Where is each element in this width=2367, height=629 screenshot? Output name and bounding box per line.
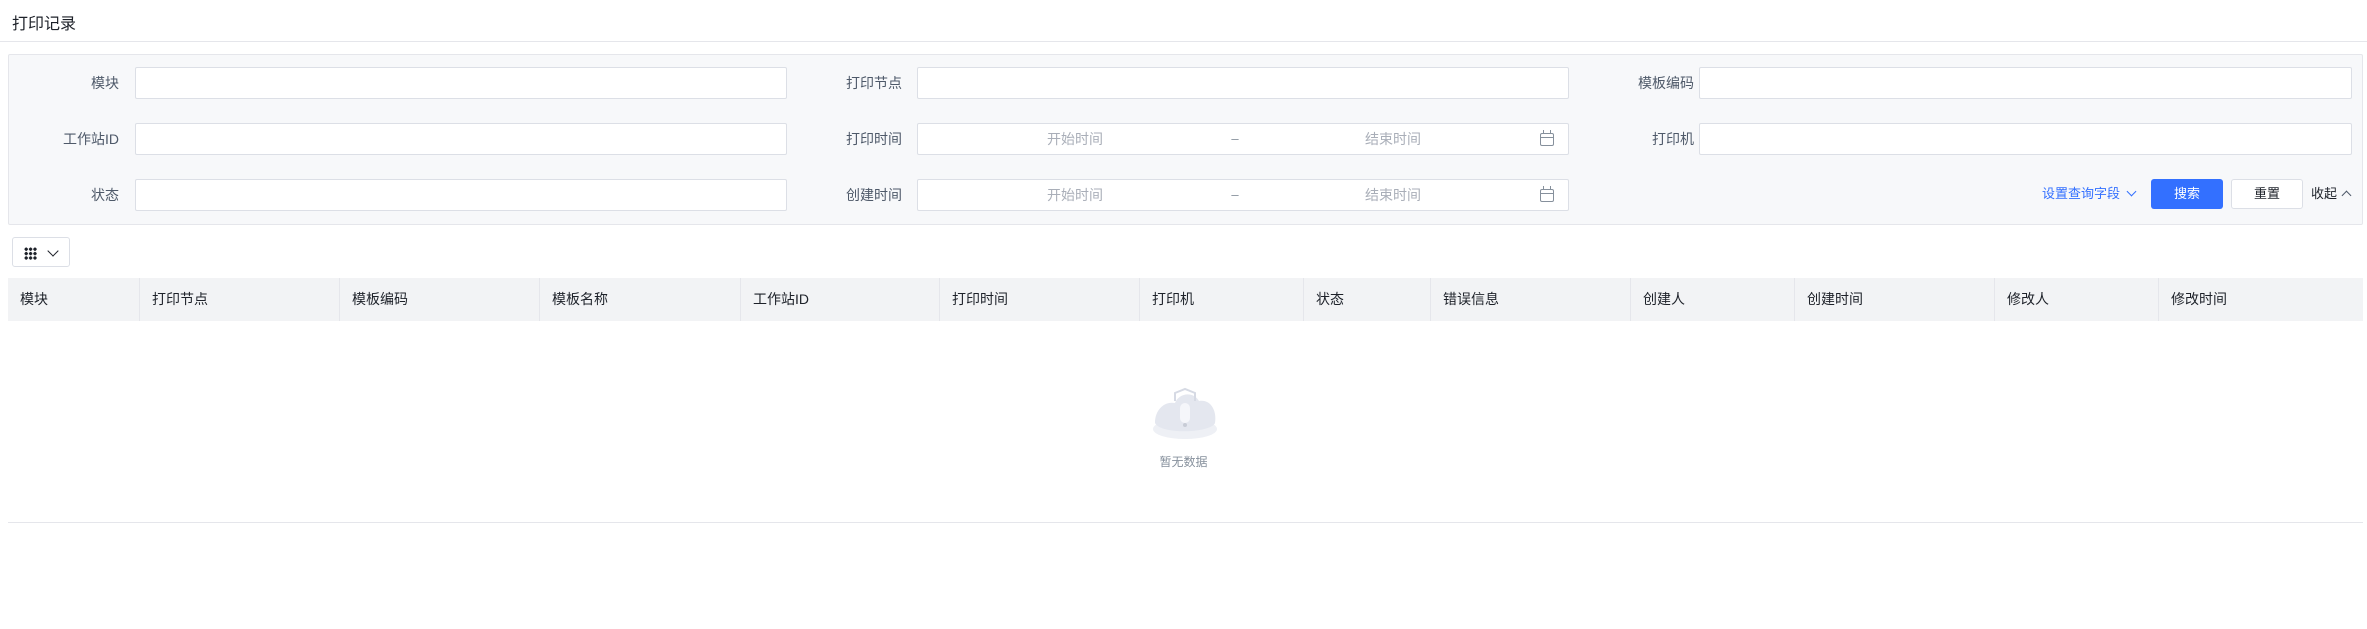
page-title: 打印记录 xyxy=(12,16,77,33)
table-bottom-divider xyxy=(8,522,2363,523)
empty-state: 暂无数据 xyxy=(0,385,2367,475)
column-header[interactable]: 创建时间 xyxy=(1795,278,1995,321)
table-header: 模块 打印节点 模板编码 模板名称 工作站ID 打印时间 打印机 状态 错误信息… xyxy=(8,278,2363,321)
range-separator: – xyxy=(1231,131,1239,146)
workstation-id-label: 工作站ID xyxy=(63,131,119,147)
column-header[interactable]: 打印时间 xyxy=(940,278,1140,321)
chevron-up-icon xyxy=(2341,190,2352,201)
chevron-down-icon xyxy=(47,245,59,257)
column-header[interactable]: 打印机 xyxy=(1140,278,1304,321)
column-header[interactable]: 模板编码 xyxy=(340,278,540,321)
reset-button[interactable]: 重置 xyxy=(2231,179,2303,209)
template-code-label: 模板编码 xyxy=(1638,75,1694,91)
print-node-label: 打印节点 xyxy=(846,75,902,91)
grid-icon xyxy=(24,247,37,260)
create-time-start[interactable]: 开始时间 xyxy=(975,180,1175,210)
printer-label: 打印机 xyxy=(1652,131,1694,147)
page-header: 打印记录 xyxy=(0,0,2367,42)
create-time-label: 创建时间 xyxy=(846,187,902,203)
create-time-end[interactable]: 结束时间 xyxy=(1293,180,1493,210)
print-time-end[interactable]: 结束时间 xyxy=(1293,124,1493,154)
column-header[interactable]: 修改时间 xyxy=(2159,278,2363,321)
column-header[interactable]: 修改人 xyxy=(1995,278,2159,321)
column-settings-button[interactable] xyxy=(12,237,70,267)
module-label: 模块 xyxy=(91,75,119,91)
print-time-start[interactable]: 开始时间 xyxy=(975,124,1175,154)
column-header[interactable]: 工作站ID xyxy=(741,278,940,321)
printer-input[interactable] xyxy=(1699,123,2352,155)
collapse-label: 收起 xyxy=(2311,186,2338,201)
calendar-icon xyxy=(1540,186,1554,202)
column-header[interactable]: 状态 xyxy=(1304,278,1431,321)
filter-panel: 模块 打印节点 模板编码 工作站ID 打印时间 开始时间 – 结束时间 打印机 … xyxy=(8,54,2363,225)
collapse-link[interactable]: 收起 xyxy=(2311,186,2352,202)
module-input[interactable] xyxy=(135,67,787,99)
range-separator: – xyxy=(1231,187,1239,202)
column-header[interactable]: 模板名称 xyxy=(540,278,741,321)
column-header[interactable]: 创建人 xyxy=(1631,278,1795,321)
template-code-input[interactable] xyxy=(1699,67,2352,99)
search-button[interactable]: 搜索 xyxy=(2151,179,2223,209)
calendar-icon xyxy=(1540,130,1554,146)
status-label: 状态 xyxy=(91,187,119,203)
empty-box-icon xyxy=(1153,387,1217,439)
column-header[interactable]: 打印节点 xyxy=(140,278,340,321)
column-header[interactable]: 模块 xyxy=(8,278,140,321)
print-time-label: 打印时间 xyxy=(846,131,902,147)
empty-text: 暂无数据 xyxy=(1159,455,1208,469)
set-query-fields-link[interactable]: 设置查询字段 xyxy=(2042,186,2137,202)
print-time-range[interactable]: 开始时间 – 结束时间 xyxy=(917,123,1569,155)
print-node-input[interactable] xyxy=(917,67,1569,99)
workstation-id-input[interactable] xyxy=(135,123,787,155)
set-query-fields-label: 设置查询字段 xyxy=(2042,186,2121,201)
status-input[interactable] xyxy=(135,179,787,211)
create-time-range[interactable]: 开始时间 – 结束时间 xyxy=(917,179,1569,211)
chevron-down-icon xyxy=(2126,186,2137,197)
column-header[interactable]: 错误信息 xyxy=(1431,278,1631,321)
